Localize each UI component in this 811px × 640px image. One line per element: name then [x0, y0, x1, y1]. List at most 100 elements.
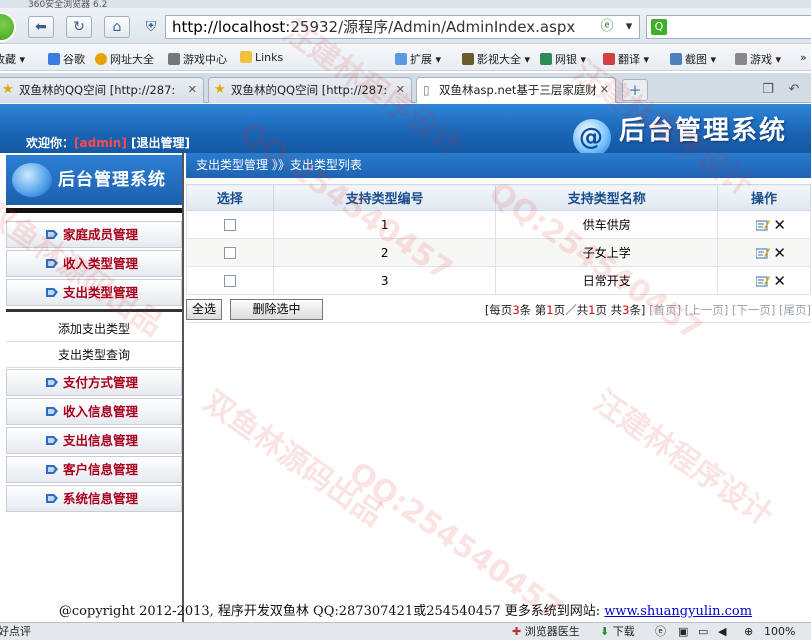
bookmark-bank[interactable]: 网银 ▾ — [540, 51, 586, 67]
delete-icon[interactable]: ✕ — [773, 216, 786, 234]
menu-income-info[interactable]: 收入信息管理 — [6, 398, 182, 425]
bookmark-extensions[interactable]: 扩展 ▾ — [395, 51, 441, 67]
browser-doctor-button[interactable]: ✚ 浏览器医生 — [512, 623, 580, 640]
select-all-button[interactable]: 全选 — [186, 299, 222, 320]
welcome-text: 欢迎你：[admin] [退出管理] — [26, 136, 191, 150]
window-title: 360安全浏览器 6.2 — [28, 0, 108, 8]
film-icon — [462, 53, 474, 65]
bookmark-favorites[interactable]: 收藏 ▾ — [0, 51, 25, 67]
camera-icon[interactable]: ▣ — [678, 623, 688, 640]
tab-qq-space-2[interactable]: ★ 双鱼林的QQ空间 [http://287: ✕ — [208, 77, 412, 103]
prev-page-link[interactable]: [上一页] — [685, 303, 728, 317]
menu-family-members[interactable]: 家庭成员管理 — [6, 221, 182, 248]
bookmark-links[interactable]: Links — [240, 51, 283, 64]
menu-arrow-icon — [46, 494, 58, 503]
menu-payment-methods[interactable]: 支付方式管理 — [6, 369, 182, 396]
edit-icon[interactable] — [756, 219, 771, 231]
menu-income-types[interactable]: 收入类型管理 — [6, 250, 182, 277]
menu-arrow-icon — [46, 465, 58, 474]
shield-icon: ⛨ — [145, 19, 157, 35]
web-page: 欢迎你：[admin] [退出管理] @ 后台管理系统 后台管理系统 家庭成员管理… — [0, 14, 811, 628]
status-bar: 好点评 ✚ 浏览器医生 ⬇ 下载 ⓔ ▣ ▭ ◀ ⊕ 100% — [0, 622, 811, 640]
folder-icon — [240, 51, 252, 63]
tab-strip: ★ 双鱼林的QQ空间 [http://287: ✕ ★ 双鱼林的QQ空间 [http:… — [0, 73, 811, 103]
ie-mode-icon[interactable]: ⓔ — [598, 18, 616, 36]
logout-link[interactable]: [退出管理] — [131, 136, 190, 150]
new-tab-button[interactable]: + — [622, 79, 648, 101]
undo-close-icon[interactable]: ↶ — [786, 82, 802, 98]
bookmark-sites[interactable]: 网址大全 — [95, 51, 154, 67]
edit-icon[interactable] — [756, 247, 771, 259]
window-titlebar: 360安全浏览器 6.2 — [0, 0, 811, 8]
main-content: 支出类型管理 》》支出类型列表 选择 支持类型编号 支持类型名称 操作 1 供车… — [186, 153, 811, 622]
download-icon: ⬇ — [600, 625, 610, 638]
delete-icon[interactable]: ✕ — [773, 244, 786, 262]
expense-type-table: 选择 支持类型编号 支持类型名称 操作 1 供车供房 ✕ 2 子女上学 ✕ 3 … — [186, 184, 811, 295]
menu-arrow-icon — [46, 407, 58, 416]
delete-selected-button[interactable]: 删除选中 — [230, 299, 323, 320]
search-input[interactable]: Q — [646, 15, 811, 39]
volume-icon[interactable]: ◀ — [718, 623, 726, 640]
website-link[interactable]: www.shuangyulin.com — [604, 604, 752, 619]
status-text: 好点评 — [0, 625, 31, 638]
bookmark-screenshot[interactable]: 截图 ▾ — [670, 51, 716, 67]
star-icon: ★ — [214, 82, 226, 97]
extension-icon — [395, 53, 407, 65]
submenu-query-expense-type[interactable]: 支出类型查询 — [6, 342, 182, 368]
tab-list-icon[interactable]: ❐ — [760, 82, 776, 98]
address-host: http://localhost — [172, 18, 286, 36]
breadcrumb: 支出类型管理 》》支出类型列表 — [186, 153, 811, 178]
table-toolbar: 全选 删除选中 [每页3条 第1页／共1页 共3条] [首页] [上一页] [下… — [186, 297, 811, 323]
tab-qq-space-1[interactable]: ★ 双鱼林的QQ空间 [http://287: ✕ — [0, 77, 204, 103]
gamepad-icon — [735, 53, 747, 65]
menu-customer-info[interactable]: 客户信息管理 — [6, 456, 182, 483]
type-id-cell: 3 — [272, 266, 497, 295]
zoom-level[interactable]: 100% — [764, 623, 795, 640]
username: [admin] — [74, 136, 127, 150]
translate-icon — [603, 53, 615, 65]
close-icon[interactable]: ✕ — [600, 78, 609, 102]
zoom-icon[interactable]: ⊕ — [744, 623, 753, 640]
plus-cross-icon: ✚ — [512, 625, 522, 638]
close-icon[interactable]: ✕ — [188, 78, 197, 102]
download-button[interactable]: ⬇ 下载 — [600, 623, 635, 640]
type-id-cell: 1 — [272, 210, 497, 239]
home-button[interactable]: ⌂ — [104, 16, 130, 38]
tab-admin-active[interactable]: ▯ 双鱼林asp.net基于三层家庭财 ✕ — [416, 77, 616, 103]
row-checkbox[interactable] — [223, 275, 236, 287]
sidebar-brand: 后台管理系统 — [6, 155, 182, 205]
bookmark-video[interactable]: 影视大全 ▾ — [462, 51, 530, 67]
gamepad-icon — [168, 53, 180, 65]
submenu-divider — [6, 309, 182, 312]
menu-system-info[interactable]: 系统信息管理 — [6, 485, 182, 512]
more-bookmarks-icon[interactable]: » — [800, 51, 807, 64]
last-page-link[interactable]: [尾页] — [779, 303, 811, 317]
row-checkbox[interactable] — [223, 219, 236, 231]
bookmark-games-center[interactable]: 游戏中心 — [168, 51, 227, 67]
edit-icon[interactable] — [756, 275, 771, 287]
type-name-cell: 供车供房 — [495, 210, 719, 239]
dropdown-chevron-icon[interactable]: ▾ — [620, 18, 638, 36]
first-page-link[interactable]: [首页] — [649, 303, 681, 317]
menu-arrow-icon — [46, 288, 58, 297]
menu-expense-info[interactable]: 支出信息管理 — [6, 427, 182, 454]
bookmark-google[interactable]: 谷歌 — [48, 51, 85, 67]
ie-icon[interactable]: ⓔ — [655, 623, 666, 640]
address-path: :25932/源程序/Admin/AdminIndex.aspx — [285, 18, 576, 36]
globe-logo-icon — [12, 163, 52, 197]
bookmark-translate[interactable]: 翻译 ▾ — [603, 51, 649, 67]
header-brand: @ 后台管理系统 — [572, 110, 787, 157]
bookmark-games[interactable]: 游戏 ▾ — [735, 51, 781, 67]
menu-arrow-icon — [46, 259, 58, 268]
google-icon — [48, 53, 60, 65]
close-icon[interactable]: ✕ — [396, 78, 405, 102]
window-icon[interactable]: ▭ — [698, 623, 708, 640]
delete-icon[interactable]: ✕ — [773, 272, 786, 290]
row-checkbox[interactable] — [223, 247, 236, 259]
submenu-add-expense-type[interactable]: 添加支出类型 — [6, 316, 182, 342]
refresh-button[interactable]: ↻ — [66, 16, 92, 38]
back-button[interactable]: ⬅ — [28, 16, 54, 38]
next-page-link[interactable]: [下一页] — [732, 303, 775, 317]
menu-expense-types[interactable]: 支出类型管理 — [6, 279, 182, 306]
address-bar[interactable]: http://localhost:25932/源程序/Admin/AdminIn… — [165, 15, 640, 39]
